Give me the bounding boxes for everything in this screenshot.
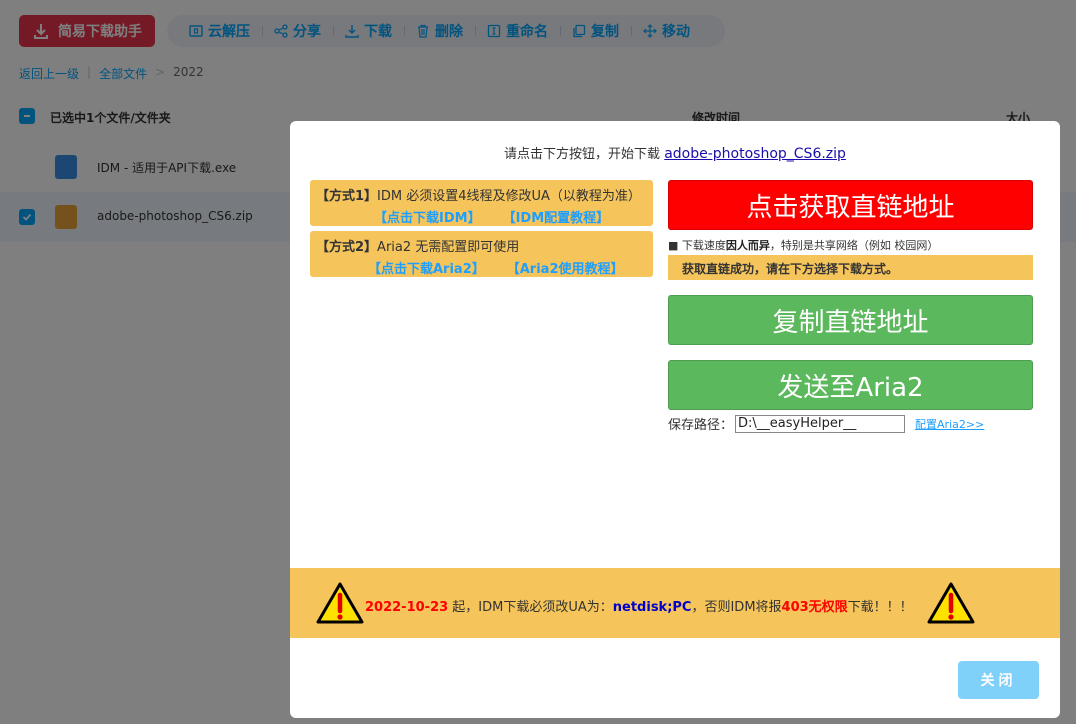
warning-text-part3: 下载！！！ — [847, 600, 913, 615]
get-direct-link-button[interactable]: 点击获取直链地址 — [668, 180, 1033, 230]
warning-icon — [316, 582, 364, 624]
filename-link[interactable]: adobe-photoshop_CS6.zip — [664, 146, 846, 162]
download-prompt: 请点击下方按钮，开始下载 adobe-photoshop_CS6.zip — [290, 143, 1060, 162]
speed-note-suffix: ，特别是共享网络（例如 校园网） — [769, 239, 939, 252]
method-aria2: 【方式2】Aria2 无需配置即可使用 【点击下载Aria2】 【Aria2使用… — [310, 231, 653, 277]
warning-icon — [927, 582, 975, 624]
close-button[interactable]: 关闭 — [958, 661, 1039, 699]
copy-direct-link-button[interactable]: 复制直链地址 — [668, 295, 1033, 345]
warning-text-part2: ，否则IDM将报 — [691, 600, 782, 615]
send-to-aria2-button[interactable]: 发送至Aria2 — [668, 360, 1033, 410]
method-idm-desc: IDM 必须设置4线程及修改UA（以教程为准） — [377, 189, 641, 204]
warning-error: 403无权限 — [781, 600, 848, 615]
download-modal: 请点击下方按钮，开始下载 adobe-photoshop_CS6.zip 【方式… — [290, 121, 1060, 718]
prompt-text: 请点击下方按钮，开始下载 — [504, 147, 661, 162]
warning-ua: netdisk;PC — [612, 600, 692, 615]
ua-warning-banner: 2022-10-23 起，IDM下载必须改UA为：netdisk;PC，否则ID… — [290, 568, 1060, 638]
warning-text-part1: 起，IDM下载必须改UA为： — [448, 600, 613, 615]
download-idm-link[interactable]: 【点击下载IDM】 — [374, 207, 481, 226]
method-aria2-tag: 【方式2】 — [316, 240, 378, 255]
ua-warning-text: 2022-10-23 起，IDM下载必须改UA为：netdisk;PC，否则ID… — [365, 596, 913, 615]
success-message: 获取直链成功，请在下方选择下载方式。 — [668, 255, 1033, 280]
configure-aria2-link[interactable]: 配置Aria2>> — [915, 416, 984, 432]
method-idm: 【方式1】IDM 必须设置4线程及修改UA（以教程为准） 【点击下载IDM】 【… — [310, 180, 653, 226]
speed-note-bold: 因人而异 — [725, 239, 770, 252]
save-path-row: 保存路径： 配置Aria2>> — [668, 414, 984, 433]
save-path-input[interactable] — [735, 414, 906, 433]
warning-date: 2022-10-23 — [365, 600, 449, 615]
idm-tutorial-link[interactable]: 【IDM配置教程】 — [503, 207, 610, 226]
method-idm-tag: 【方式1】 — [316, 189, 378, 204]
speed-note-prefix: ■ 下载速度 — [668, 239, 726, 252]
speed-note: ■ 下载速度因人而异，特别是共享网络（例如 校园网） — [668, 237, 938, 253]
download-aria2-link[interactable]: 【点击下载Aria2】 — [368, 258, 485, 277]
aria2-tutorial-link[interactable]: 【Aria2使用教程】 — [507, 258, 624, 277]
method-aria2-desc: Aria2 无需配置即可使用 — [377, 240, 520, 255]
save-path-label: 保存路径： — [668, 418, 734, 433]
